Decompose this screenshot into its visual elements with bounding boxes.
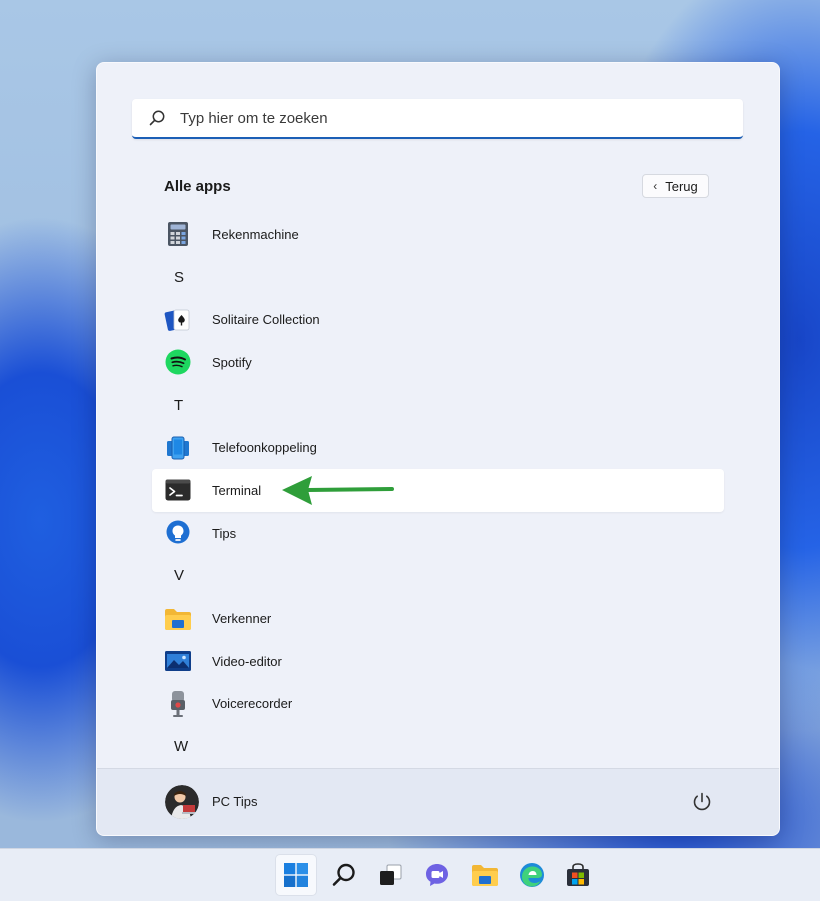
app-label: Terminal <box>212 482 262 498</box>
green-arrow-annotation <box>282 476 394 506</box>
letter-header-w[interactable]: W <box>152 725 724 768</box>
chat-icon <box>426 864 448 886</box>
taskbar-store-button[interactable] <box>558 855 598 895</box>
app-label: Video-editor <box>212 653 282 669</box>
search-icon <box>149 110 165 126</box>
list-item-telefoonkoppeling[interactable]: Telefoonkoppeling <box>152 426 724 469</box>
app-label: Spotify <box>212 354 252 370</box>
start-menu: Alle apps ‹ Terug Rekenmachine S <box>96 62 780 836</box>
start-footer: PC Tips <box>97 768 779 835</box>
app-label: Voicerecorder <box>212 696 293 712</box>
taskbar-search-button[interactable] <box>324 855 364 895</box>
letter-header-v[interactable]: V <box>152 555 724 598</box>
edge-icon <box>520 863 544 887</box>
file-explorer-icon <box>472 865 498 886</box>
list-item-voicerecorder[interactable]: Voicerecorder <box>152 683 724 726</box>
taskbar-task-view-button[interactable] <box>370 855 410 895</box>
list-item-video-editor[interactable]: Video-editor <box>152 640 724 683</box>
task-view-icon <box>380 864 402 885</box>
taskbar-edge-button[interactable] <box>512 855 552 895</box>
app-label: Verkenner <box>212 611 272 627</box>
list-item-tips[interactable]: Tips <box>152 512 724 555</box>
chevron-left-icon: ‹ <box>653 179 658 193</box>
store-icon <box>567 863 589 886</box>
back-button[interactable]: ‹ Terug <box>642 174 709 198</box>
list-item-solitaire[interactable]: Solitaire Collection <box>152 298 724 341</box>
search-icon <box>332 863 355 886</box>
list-item-spotify[interactable]: Spotify <box>152 341 724 384</box>
taskbar-chat-button[interactable] <box>417 855 457 895</box>
list-item-rekenmachine[interactable]: Rekenmachine <box>152 213 724 256</box>
spotify-icon <box>164 348 192 376</box>
all-apps-title: Alle apps <box>164 178 231 195</box>
app-list: Rekenmachine S Solitaire Collection Spot… <box>152 213 724 768</box>
calculator-icon <box>164 220 192 248</box>
search-input[interactable] <box>178 108 743 128</box>
power-icon[interactable] <box>691 791 713 813</box>
letter-header-t[interactable]: T <box>152 384 724 427</box>
taskbar-file-explorer-button[interactable] <box>465 855 505 895</box>
app-label: Tips <box>212 525 237 541</box>
cards-icon <box>164 306 192 334</box>
tips-icon <box>164 519 192 547</box>
windows-start-icon <box>284 863 308 887</box>
letter-header-s[interactable]: S <box>152 256 724 299</box>
avatar[interactable] <box>165 785 199 819</box>
video-editor-icon <box>164 647 192 675</box>
taskbar <box>0 848 820 901</box>
microphone-icon <box>164 690 192 718</box>
folder-icon <box>164 605 192 633</box>
list-item-terminal[interactable]: Terminal <box>152 469 724 512</box>
phone-link-icon <box>164 434 192 462</box>
back-button-label: Terug <box>665 178 698 194</box>
user-name[interactable]: PC Tips <box>212 794 258 809</box>
app-label: Rekenmachine <box>212 226 299 242</box>
list-item-verkenner[interactable]: Verkenner <box>152 597 724 640</box>
app-label: Solitaire Collection <box>212 312 320 328</box>
taskbar-start-button[interactable] <box>276 855 316 895</box>
app-label: Telefoonkoppeling <box>212 440 317 456</box>
terminal-icon <box>164 476 192 504</box>
search-box[interactable] <box>132 99 743 139</box>
